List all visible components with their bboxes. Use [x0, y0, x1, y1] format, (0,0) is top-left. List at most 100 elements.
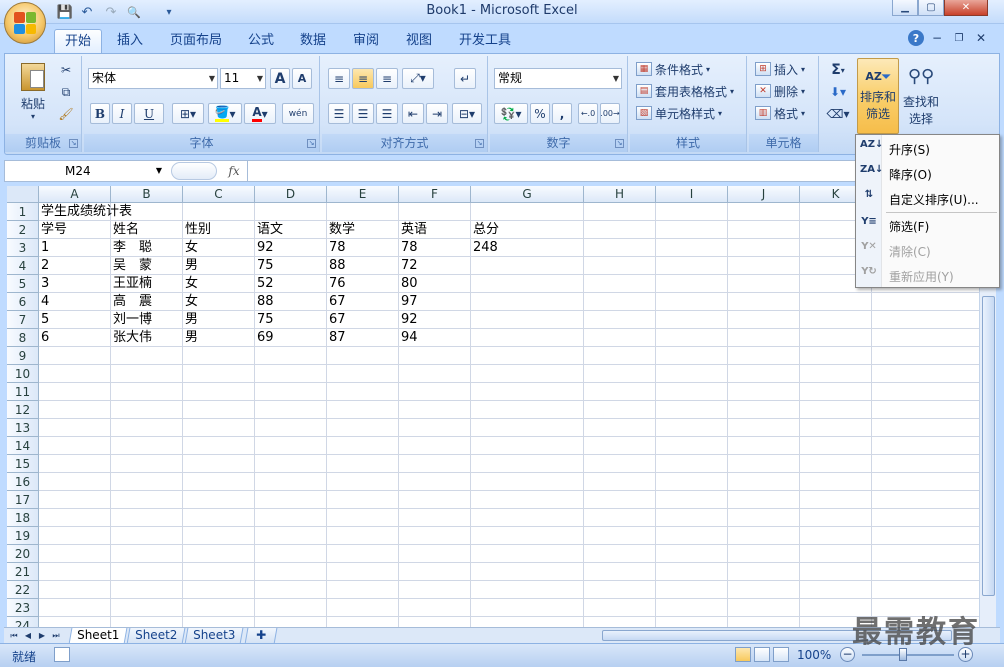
format-painter-icon[interactable]: 🖌	[57, 105, 75, 123]
font-size-combo[interactable]: 11 ▼	[220, 68, 266, 89]
row-header-13[interactable]: 13	[7, 419, 39, 437]
bold-button[interactable]: B	[90, 103, 110, 124]
font-name-combo[interactable]: 宋体 ▼	[88, 68, 218, 89]
format-cells-button[interactable]: ▥ 格式 ▾	[755, 103, 805, 123]
fill-color-button[interactable]: 🪣 ▾	[208, 103, 242, 124]
select-all-corner[interactable]	[7, 186, 39, 203]
cell-g3[interactable]: 248	[471, 239, 498, 257]
cell-f7[interactable]: 92	[399, 311, 418, 329]
cell-f5[interactable]: 80	[399, 275, 418, 293]
cell-d6[interactable]: 88	[255, 293, 274, 311]
align-center-button[interactable]: ☰	[352, 103, 374, 124]
number-format-combo[interactable]: 常规 ▼	[494, 68, 622, 89]
cell-c6[interactable]: 女	[183, 293, 198, 311]
row-header-6[interactable]: 6	[7, 293, 39, 311]
cell-e4[interactable]: 88	[327, 257, 346, 275]
row-header-16[interactable]: 16	[7, 473, 39, 491]
cell-header-a[interactable]: 学号	[39, 221, 67, 239]
row-header-23[interactable]: 23	[7, 599, 39, 617]
cell-d8[interactable]: 69	[255, 329, 274, 347]
cell-c3[interactable]: 女	[183, 239, 198, 257]
normal-view-button[interactable]	[735, 647, 751, 662]
cell-e6[interactable]: 67	[327, 293, 346, 311]
row-header-2[interactable]: 2	[7, 221, 39, 239]
zoom-level[interactable]: 100%	[797, 648, 831, 662]
formula-bar-grip[interactable]	[171, 162, 217, 180]
minimize-button[interactable]: ▁	[892, 0, 918, 16]
cell-a1-title[interactable]: 学生成绩统计表	[39, 203, 132, 221]
help-icon[interactable]: ?	[908, 30, 924, 46]
column-header-j[interactable]: J	[728, 186, 800, 203]
cell-header-c[interactable]: 性别	[183, 221, 211, 239]
cell-e5[interactable]: 76	[327, 275, 346, 293]
tab-data[interactable]: 数据	[290, 29, 336, 53]
column-header-e[interactable]: E	[327, 186, 399, 203]
clipboard-launcher-icon[interactable]: ↘	[69, 139, 78, 148]
tab-home[interactable]: 开始	[54, 29, 103, 53]
cell-styles-button[interactable]: ▧ 单元格样式 ▾	[636, 103, 722, 123]
office-button[interactable]	[4, 2, 46, 44]
cell-header-d[interactable]: 语文	[255, 221, 283, 239]
menu-item-2[interactable]: ⇅ 自定义排序(U)...	[856, 187, 999, 211]
cell-f6[interactable]: 97	[399, 293, 418, 311]
cell-a4[interactable]: 2	[39, 257, 49, 275]
row-header-21[interactable]: 21	[7, 563, 39, 581]
underline-button[interactable]: U	[134, 103, 164, 124]
cell-a6[interactable]: 4	[39, 293, 49, 311]
row-header-1[interactable]: 1	[7, 203, 39, 221]
vertical-scroll-thumb[interactable]	[982, 296, 995, 596]
cell-b5[interactable]: 王亚楠	[111, 275, 152, 293]
align-top-button[interactable]: ≡	[328, 68, 350, 89]
macro-record-icon[interactable]	[54, 647, 70, 662]
autosum-button[interactable]: Σ ▾	[825, 60, 851, 80]
cell-header-b[interactable]: 姓名	[111, 221, 139, 239]
maximize-button[interactable]: ▢	[918, 0, 944, 16]
row-header-14[interactable]: 14	[7, 437, 39, 455]
row-header-15[interactable]: 15	[7, 455, 39, 473]
cell-b3[interactable]: 李 聪	[111, 239, 152, 257]
column-header-c[interactable]: C	[183, 186, 255, 203]
cell-c4[interactable]: 男	[183, 257, 198, 275]
wrap-text-button[interactable]: ↵	[454, 68, 476, 89]
cell-a3[interactable]: 1	[39, 239, 49, 257]
cell-c7[interactable]: 男	[183, 311, 198, 329]
cell-c5[interactable]: 女	[183, 275, 198, 293]
conditional-formatting-button[interactable]: ▦ 条件格式 ▾	[636, 59, 710, 79]
increase-indent-button[interactable]: ⇥	[426, 103, 448, 124]
next-sheet-icon[interactable]: ▶	[36, 629, 48, 643]
column-header-h[interactable]: H	[584, 186, 656, 203]
format-as-table-button[interactable]: ▤ 套用表格格式 ▾	[636, 81, 734, 101]
cell-f3[interactable]: 78	[399, 239, 418, 257]
shrink-font-button[interactable]: A	[292, 68, 312, 89]
merge-center-button[interactable]: ⊟▾	[452, 103, 482, 124]
row-header-8[interactable]: 8	[7, 329, 39, 347]
italic-button[interactable]: I	[112, 103, 132, 124]
ribbon-restore-icon[interactable]: ❐	[952, 30, 966, 46]
borders-button[interactable]: ⊞▾	[172, 103, 204, 124]
sheet-tab-2[interactable]: Sheet2	[126, 628, 186, 644]
cell-header-f[interactable]: 英语	[399, 221, 427, 239]
ribbon-minimize-icon[interactable]: −	[930, 30, 944, 46]
tab-page-layout[interactable]: 页面布局	[160, 29, 232, 53]
tab-view[interactable]: 视图	[396, 29, 442, 53]
row-header-19[interactable]: 19	[7, 527, 39, 545]
row-header-7[interactable]: 7	[7, 311, 39, 329]
column-header-g[interactable]: G	[471, 186, 584, 203]
copy-icon[interactable]: ⧉	[57, 83, 75, 101]
row-header-11[interactable]: 11	[7, 383, 39, 401]
align-right-button[interactable]: ☰	[376, 103, 398, 124]
tab-insert[interactable]: 插入	[107, 29, 153, 53]
row-header-3[interactable]: 3	[7, 239, 39, 257]
decrease-indent-button[interactable]: ⇤	[402, 103, 424, 124]
cell-header-g[interactable]: 总分	[471, 221, 499, 239]
cell-d4[interactable]: 75	[255, 257, 274, 275]
decrease-decimal-button[interactable]: .00→	[600, 103, 620, 124]
accounting-format-button[interactable]: 💱▾	[494, 103, 528, 124]
prev-sheet-icon[interactable]: ◀	[22, 629, 34, 643]
cell-b6[interactable]: 高 震	[111, 293, 152, 311]
cell-e7[interactable]: 67	[327, 311, 346, 329]
font-color-button[interactable]: A ▾	[244, 103, 276, 124]
tab-review[interactable]: 审阅	[343, 29, 389, 53]
cell-d7[interactable]: 75	[255, 311, 274, 329]
column-header-a[interactable]: A	[39, 186, 111, 203]
